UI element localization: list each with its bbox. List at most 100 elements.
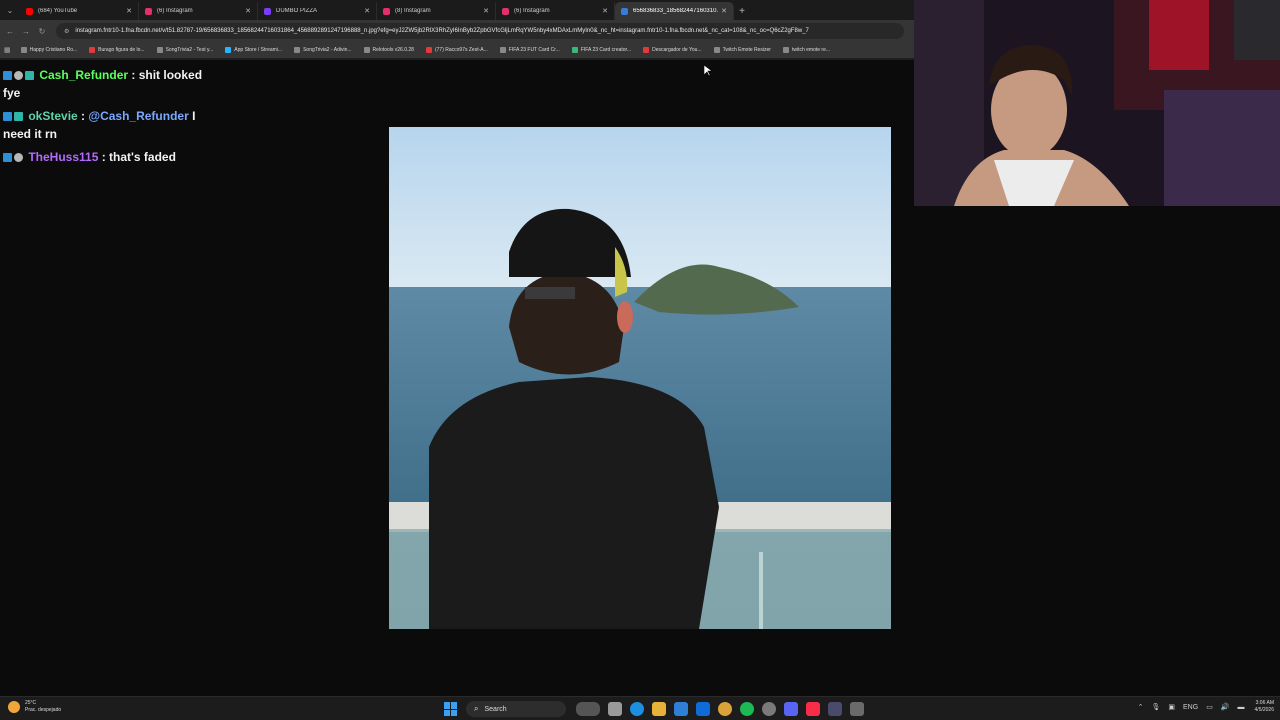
music-icon[interactable] (806, 702, 820, 716)
gift-badge-icon (25, 71, 34, 80)
battery-icon[interactable]: ▬ (1238, 704, 1245, 711)
settings-icon[interactable] (850, 702, 864, 716)
bookmark-favicon-icon (20, 47, 27, 53)
chat-message: TheHuss115 : that's faded (3, 148, 213, 166)
close-tab-icon[interactable]: ✕ (245, 7, 251, 15)
chat-text: : that's faded (98, 150, 176, 164)
task-view-icon[interactable] (608, 702, 622, 716)
widgets-icon[interactable] (576, 702, 600, 716)
bookmark-label: SongTrivia2 - Test y... (165, 47, 214, 53)
store-icon[interactable] (674, 702, 688, 716)
tab-title: (8) Instagram (395, 8, 431, 14)
spotify-icon[interactable] (740, 702, 754, 716)
tab-title: 656836833_185682447160310... (633, 8, 719, 14)
chat-username: TheHuss115 (28, 150, 99, 164)
microphone-icon[interactable]: 🎙 (1152, 703, 1161, 711)
chat-username: okStevie (28, 109, 78, 123)
search-icon: ⌕ (474, 704, 479, 713)
obs-icon[interactable] (762, 702, 776, 716)
discord-icon[interactable] (784, 702, 798, 716)
forward-icon[interactable]: → (20, 27, 32, 36)
bookmark-favicon-icon (225, 47, 232, 53)
instagram-photo[interactable] (389, 127, 891, 629)
bookmark-item[interactable]: (77) Racco97s Zest-A... (425, 47, 488, 53)
bookmark-label: (77) Racco97s Zest-A... (434, 47, 488, 53)
chat-message: Cash_Refunder : shit looked fye (3, 66, 213, 102)
browser-tab[interactable]: DUMBO PIZZA ✕ (258, 2, 377, 20)
bookmark-label: SongTrivia2 - Adivin... (303, 47, 352, 53)
bookmark-label: twitch emote re... (791, 47, 831, 53)
sub-badge-icon (14, 153, 23, 162)
windows-start-icon[interactable] (444, 702, 458, 716)
reload-icon[interactable]: ↻ (36, 27, 48, 36)
app-icon[interactable] (828, 702, 842, 716)
close-tab-icon[interactable]: ✕ (602, 7, 608, 15)
new-tab-button[interactable]: + (734, 2, 750, 20)
bookmark-item[interactable]: SongTrivia2 - Test y... (156, 47, 214, 53)
back-icon[interactable]: ← (4, 27, 16, 36)
bookmark-item[interactable]: App Store / Streami... (225, 47, 282, 53)
bookmark-label: Descargador de You... (652, 47, 702, 53)
mail-icon[interactable] (696, 702, 710, 716)
bookmark-item[interactable]: Burago figura de lo... (89, 47, 145, 53)
chat-message: okStevie : @Cash_Refunder I need it rn (3, 109, 196, 141)
clock-time: 3:06 AM (1255, 700, 1274, 706)
tab-favicon-icon (26, 7, 33, 15)
bookmark-favicon-icon (782, 47, 789, 53)
weather-condition: Prac. despejado (25, 707, 62, 713)
bookmark-label: FIFA 23 FUT Card Cr... (508, 47, 560, 53)
webcam-illustration (914, 0, 1280, 206)
taskbar-search[interactable]: ⌕ Search (466, 701, 566, 717)
browser-tab[interactable]: 656836833_185682447160310... ✕ (615, 2, 734, 20)
close-tab-icon[interactable]: ✕ (364, 7, 370, 15)
browser-tab[interactable]: (6) Instagram ✕ (496, 2, 615, 20)
tab-favicon-icon (621, 7, 628, 15)
tab-favicon-icon (502, 7, 509, 15)
site-info-icon[interactable]: ⚙ (64, 28, 69, 35)
weather-sun-icon (8, 701, 20, 713)
sub-badge-icon (14, 71, 23, 80)
language-indicator[interactable]: ENG (1183, 704, 1198, 711)
tab-title: DUMBO PIZZA (276, 8, 318, 14)
prime-badge-icon (3, 153, 12, 162)
apps-grid-icon[interactable]: ▦ (4, 46, 11, 54)
bookmark-label: App Store / Streami... (234, 47, 283, 53)
weather-temp: 25°C (25, 700, 37, 706)
bookmark-favicon-icon (294, 47, 301, 53)
close-tab-icon[interactable]: ✕ (483, 7, 489, 15)
bookmark-item[interactable]: SongTrivia2 - Adivin... (294, 47, 352, 53)
monitor-icon[interactable]: ▭ (1206, 703, 1213, 711)
system-tray: ⌃ 🎙 ▣ ENG ▭ 🔊 ▬ 3:06 AM 4/5/2026 (1134, 700, 1274, 714)
bookmark-item[interactable]: Relotools v26.0.28 (363, 47, 414, 53)
bookmark-favicon-icon (363, 47, 370, 53)
address-bar[interactable]: ⚙ instagram.fntr10-1.fna.fbcdn.net/v/t51… (56, 23, 904, 39)
bookmark-label: Twitch Emote Resizer (722, 47, 771, 53)
weather-widget[interactable]: 25°C Prac. despejado (8, 700, 61, 714)
bookmark-item[interactable]: Twitch Emote Resizer (713, 47, 771, 53)
tab-title: (684) YouTube (38, 8, 78, 14)
bookmark-item[interactable]: FIFA 23 FUT Card Cr... (499, 47, 560, 53)
browser-tab[interactable]: (684) YouTube ✕ (20, 2, 139, 20)
browser-tab[interactable]: (8) Instagram ✕ (377, 2, 496, 20)
close-tab-icon[interactable]: ✕ (721, 7, 727, 15)
bookmark-item[interactable]: Happy Cristiano Ro... (20, 47, 77, 53)
browser-window: ⌄ (684) YouTube ✕ (6) Instagram ✕ DUMBO PIZZ… (0, 0, 914, 60)
volume-icon[interactable]: 🔊 (1221, 703, 1230, 711)
chrome-icon[interactable] (718, 702, 732, 716)
file-explorer-icon[interactable] (652, 702, 666, 716)
close-tab-icon[interactable]: ✕ (126, 7, 132, 15)
bookmark-item[interactable]: twitch emote re... (782, 47, 831, 53)
tab-favicon-icon (145, 7, 152, 15)
edge-icon[interactable] (630, 702, 644, 716)
search-label: Search (484, 705, 507, 713)
clock[interactable]: 3:06 AM 4/5/2026 (1255, 700, 1274, 714)
bookmarks-bar: ▦ Happy Cristiano Ro... Burago figura de … (0, 42, 914, 58)
chevron-up-icon[interactable]: ⌃ (1138, 703, 1144, 711)
browser-tab[interactable]: (6) Instagram ✕ (139, 2, 258, 20)
tray-app-icon[interactable]: ▣ (1168, 703, 1175, 711)
clock-date: 4/5/2026 (1254, 707, 1274, 713)
bookmark-item[interactable]: FIFA 23 Card creator... (571, 47, 631, 53)
bookmark-item[interactable]: Descargador de You... (643, 47, 702, 53)
bookmark-favicon-icon (156, 47, 163, 53)
tab-search-dropdown[interactable]: ⌄ (0, 0, 20, 20)
